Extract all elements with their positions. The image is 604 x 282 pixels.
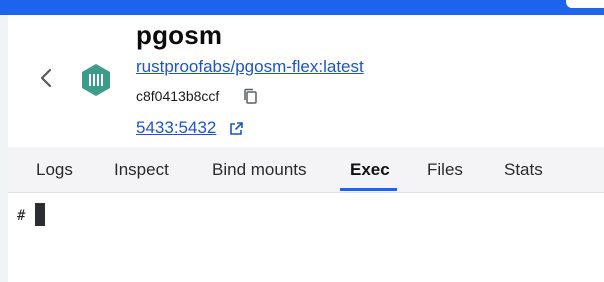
copy-icon[interactable] (241, 87, 261, 107)
tab-bind-mounts[interactable]: Bind mounts (212, 147, 307, 192)
port-link[interactable]: 5433:5432 (136, 118, 216, 138)
tab-stats[interactable]: Stats (504, 147, 543, 192)
image-link[interactable]: rustproofabs/pgosm-flex:latest (136, 57, 364, 77)
terminal-cursor (35, 203, 45, 226)
chevron-left-icon (40, 68, 52, 88)
external-link-icon[interactable] (228, 121, 244, 137)
active-tab-indicator (340, 188, 397, 191)
container-id: c8f0413b8ccf (136, 88, 220, 104)
container-name: pgosm (136, 20, 223, 50)
tab-inspect[interactable]: Inspect (114, 147, 169, 192)
tab-logs[interactable]: Logs (36, 147, 73, 192)
top-bar (0, 0, 604, 15)
window-corner (566, 0, 604, 8)
terminal-prompt: # (17, 208, 26, 224)
terminal[interactable] (8, 193, 604, 282)
tab-files[interactable]: Files (427, 147, 463, 192)
tab-exec[interactable]: Exec (350, 147, 390, 192)
back-button[interactable] (30, 56, 62, 100)
left-edge (0, 15, 8, 282)
container-icon (82, 64, 110, 96)
tab-bar: Logs Inspect Bind mounts Exec Files Stat… (8, 147, 604, 193)
